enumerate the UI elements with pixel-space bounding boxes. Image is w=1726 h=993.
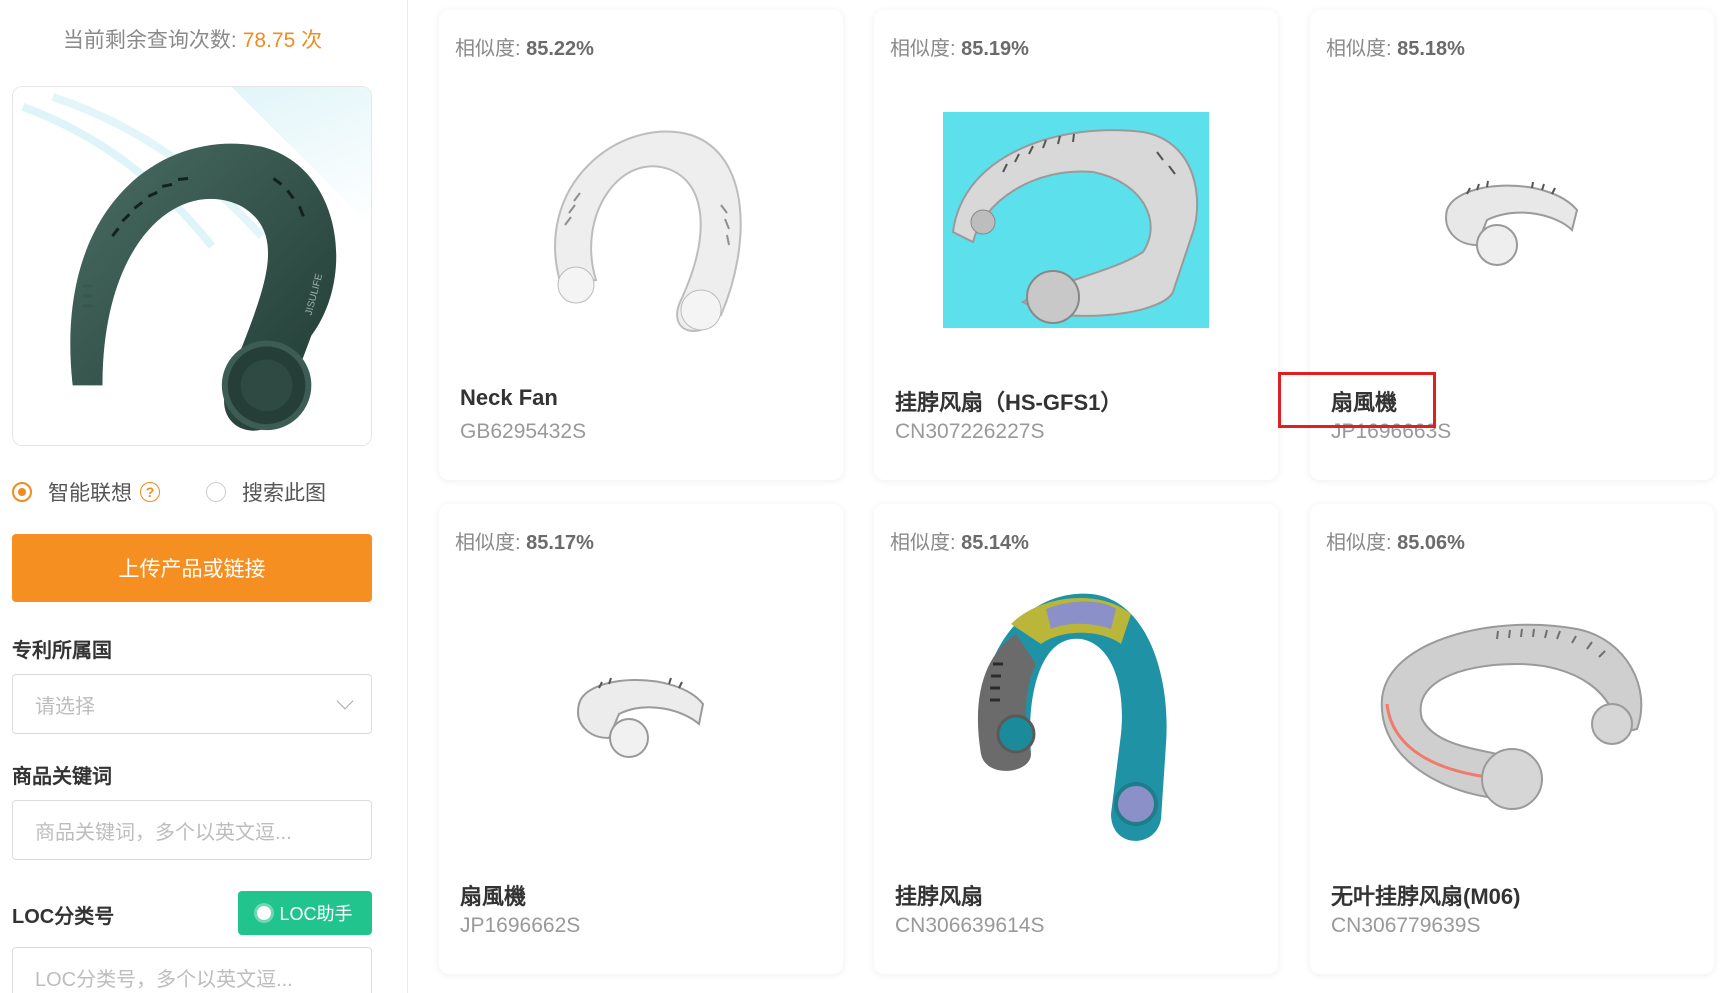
- result-image[interactable]: [1310, 564, 1714, 864]
- neck-fan-image: JISULIFE: [13, 87, 371, 445]
- loc-helper-label: LOC助手: [279, 904, 353, 924]
- similarity-label: 相似度:: [1326, 38, 1392, 60]
- result-image[interactable]: [874, 564, 1278, 864]
- result-card[interactable]: 相似度: 85.17% 扇風機 JP1696662S: [439, 504, 843, 974]
- similarity-value: 85.18%: [1397, 38, 1465, 60]
- result-title[interactable]: Neck Fan: [460, 385, 558, 411]
- keyword-input[interactable]: 商品关键词，多个以英文逗...: [12, 800, 372, 860]
- result-title[interactable]: 挂脖风扇（HS-GFS1）: [895, 385, 1122, 417]
- country-label: 专利所属国: [12, 640, 112, 662]
- similarity-label: 相似度:: [455, 532, 521, 554]
- result-code: GB6295432S: [460, 420, 587, 443]
- sidebar: 当前剩余查询次数: 78.75 次 JISULIFE 智能联想 ? 搜索此图 上…: [0, 0, 408, 993]
- highlight-box: [1278, 372, 1436, 428]
- similarity-value: 85.14%: [961, 532, 1029, 554]
- result-card[interactable]: 相似度: 85.19% 挂脖风扇（HS-GFS1） CN307226227S: [874, 10, 1278, 480]
- quota-value: 78.75 次: [242, 29, 323, 52]
- chevron-down-icon: [336, 692, 354, 710]
- result-code: CN307226227S: [895, 420, 1045, 443]
- result-card[interactable]: 相似度: 85.14% 挂脖风扇 CN306639614S: [874, 504, 1278, 974]
- smart-mode-radio[interactable]: [12, 482, 32, 502]
- keyword-label: 商品关键词: [12, 766, 112, 788]
- neck-fan-image: [977, 593, 1167, 841]
- neck-fan-image: [1445, 180, 1579, 266]
- similarity-text: 相似度: 85.19%: [890, 32, 1029, 61]
- keyword-placeholder: 商品关键词，多个以英文逗...: [35, 821, 292, 844]
- country-placeholder: 请选择: [35, 695, 95, 718]
- similarity-text: 相似度: 85.18%: [1326, 32, 1465, 61]
- similarity-value: 85.17%: [526, 532, 594, 554]
- loc-helper-button[interactable]: LOC助手: [238, 891, 372, 935]
- similarity-text: 相似度: 85.14%: [890, 526, 1029, 555]
- result-card[interactable]: 相似度: 85.22% Neck Fan GB6295432S: [439, 10, 843, 480]
- result-code: CN306779639S: [1331, 914, 1481, 937]
- similarity-value: 85.06%: [1397, 532, 1465, 554]
- result-code: JP1696662S: [460, 914, 581, 937]
- neck-fan-image: [943, 112, 1209, 328]
- result-title[interactable]: 无叶挂脖风扇(M06): [1331, 879, 1520, 911]
- help-icon[interactable]: ?: [140, 482, 160, 502]
- similarity-text: 相似度: 85.22%: [455, 32, 594, 61]
- loc-input[interactable]: LOC分类号，多个以英文逗...: [12, 947, 372, 993]
- result-code: CN306639614S: [895, 914, 1045, 937]
- loc-placeholder: LOC分类号，多个以英文逗...: [35, 968, 293, 991]
- similarity-text: 相似度: 85.06%: [1326, 526, 1465, 555]
- neck-fan-image: [577, 677, 705, 758]
- neck-fan-image: [554, 130, 742, 332]
- result-image[interactable]: [439, 564, 843, 864]
- similarity-value: 85.22%: [526, 38, 594, 60]
- upload-button[interactable]: 上传产品或链接: [12, 534, 372, 602]
- search-image-radio[interactable]: [206, 482, 226, 502]
- search-image-label: 搜索此图: [242, 482, 326, 505]
- similarity-value: 85.19%: [961, 38, 1029, 60]
- similarity-label: 相似度:: [890, 532, 956, 554]
- smart-mode-label: 智能联想: [48, 482, 132, 505]
- search-mode-group: 智能联想 ? 搜索此图: [12, 476, 392, 508]
- quota-text: 当前剩余查询次数: 78.75 次: [0, 24, 385, 54]
- result-image[interactable]: [874, 70, 1278, 370]
- similarity-label: 相似度:: [890, 38, 956, 60]
- quota-label: 当前剩余查询次数:: [62, 29, 237, 52]
- loc-label: LOC分类号: [12, 906, 115, 928]
- result-image[interactable]: [439, 70, 843, 370]
- similarity-text: 相似度: 85.17%: [455, 526, 594, 555]
- result-image[interactable]: [1310, 70, 1714, 370]
- search-image-option[interactable]: 搜索此图: [206, 477, 326, 507]
- similarity-label: 相似度:: [1326, 532, 1392, 554]
- similarity-label: 相似度:: [455, 38, 521, 60]
- smart-mode-option[interactable]: 智能联想 ?: [12, 477, 160, 507]
- result-title[interactable]: 扇風機: [460, 879, 526, 911]
- result-title[interactable]: 挂脖风扇: [895, 879, 983, 911]
- bulb-icon: [257, 906, 272, 920]
- uploaded-image-preview: JISULIFE: [12, 86, 372, 446]
- country-select[interactable]: 请选择: [12, 674, 372, 734]
- neck-fan-image: [1380, 623, 1643, 810]
- result-card[interactable]: 相似度: 85.06% 无叶挂脖风扇(M06) CN306779639S: [1310, 504, 1714, 974]
- page: 当前剩余查询次数: 78.75 次 JISULIFE 智能联想 ? 搜索此图 上…: [0, 0, 1726, 993]
